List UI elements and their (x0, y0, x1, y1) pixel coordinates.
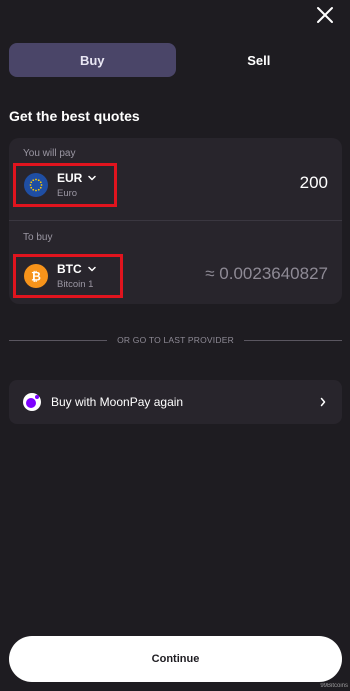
pay-currency-select[interactable]: EUR Euro (13, 163, 117, 207)
tab-sell[interactable]: Sell (176, 43, 343, 77)
divider-line (243, 339, 343, 341)
receive-currency-select[interactable]: ₿ BTC Bitcoin 1 (13, 254, 123, 298)
row-divider (9, 220, 342, 221)
buy-sell-tabs: Buy Sell (9, 43, 342, 77)
pay-amount-input[interactable]: 200 (300, 173, 328, 193)
last-provider-label: Buy with MoonPay again (51, 395, 184, 409)
svg-text:₿: ₿ (31, 270, 41, 284)
moonpay-logo-icon (23, 393, 41, 411)
continue-button[interactable]: Continue (9, 636, 342, 682)
pay-currency-code: EUR (57, 171, 83, 185)
chevron-down-icon (87, 266, 96, 272)
pay-row: You will pay EUR Euro 200 (9, 138, 342, 220)
tab-buy[interactable]: Buy (9, 43, 176, 77)
receive-label: To buy (23, 232, 53, 243)
watermark: 99Bitcoins (320, 683, 348, 689)
receive-row: To buy ₿ BTC Bitcoin 1 ≈ 0.0023640827 (9, 222, 342, 304)
bitcoin-coin-icon: ₿ (24, 264, 48, 288)
receive-currency-code: BTC (57, 262, 82, 276)
chevron-right-icon (320, 397, 326, 407)
quote-card: You will pay EUR Euro 200 To buy ₿ BTC B… (9, 138, 342, 304)
divider-line (9, 339, 108, 341)
pay-label: You will pay (23, 148, 76, 159)
page-heading: Get the best quotes (9, 108, 140, 124)
or-divider: OR GO TO LAST PROVIDER (9, 333, 343, 347)
euro-coin-icon (24, 173, 48, 197)
close-icon[interactable] (316, 6, 334, 24)
last-provider-button[interactable]: Buy with MoonPay again (9, 380, 342, 424)
or-divider-text: OR GO TO LAST PROVIDER (117, 335, 234, 345)
pay-currency-name: Euro (57, 188, 78, 199)
receive-currency-name: Bitcoin 1 (57, 279, 94, 290)
receive-amount: ≈ 0.0023640827 (205, 264, 328, 283)
chevron-down-icon (88, 175, 97, 181)
